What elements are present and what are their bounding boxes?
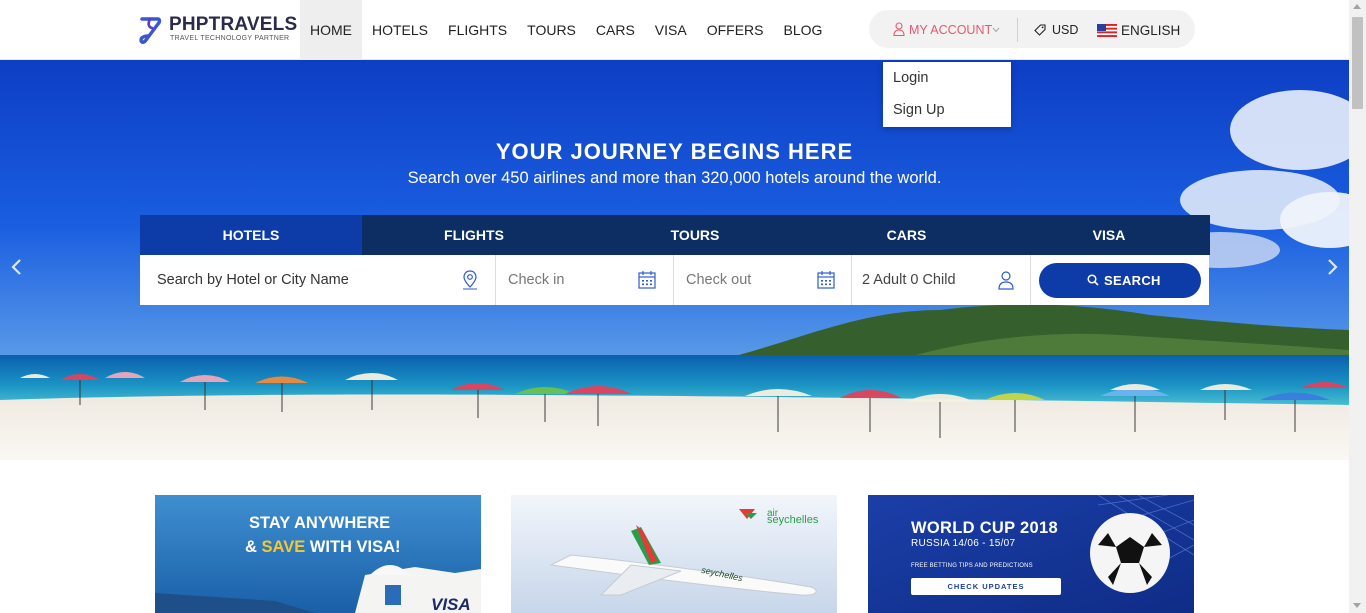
slider-next-arrow-icon[interactable] xyxy=(1326,258,1340,276)
chevron-down-icon xyxy=(992,27,1000,33)
map-pin-icon xyxy=(463,270,477,290)
signup-link[interactable]: Sign Up xyxy=(893,102,945,118)
promo-visa-highlight: SAVE xyxy=(261,538,306,556)
brand-tagline: TRAVEL TECHNOLOGY PARTNER xyxy=(170,35,290,42)
scroll-down-icon[interactable] xyxy=(1353,603,1361,608)
nav-hotels[interactable]: HOTELS xyxy=(362,0,438,60)
tag-icon xyxy=(1034,24,1046,36)
checkout-input[interactable]: Check out xyxy=(674,255,852,305)
page-scrollbar[interactable] xyxy=(1349,0,1366,613)
promo-card-airline[interactable]: air seychelles seychelles xyxy=(511,495,837,613)
promo-visa-line2-post: WITH VISA! xyxy=(305,538,401,556)
nav-tours[interactable]: TOURS xyxy=(517,0,586,60)
tab-flights[interactable]: FLIGHTS xyxy=(362,215,586,255)
hero-banner: YOUR JOURNEY BEGINS HERE Search over 450… xyxy=(0,60,1349,460)
nav-cars[interactable]: CARS xyxy=(586,0,645,60)
account-bar: MY ACCOUNT USD ENGLISH xyxy=(869,10,1195,48)
main-nav: HOME HOTELS FLIGHTS TOURS CARS VISA OFFE… xyxy=(300,0,832,60)
search-tabs: HOTELS FLIGHTS TOURS CARS VISA xyxy=(140,215,1210,255)
language-label: ENGLISH xyxy=(1121,23,1181,38)
calendar-icon xyxy=(638,271,656,289)
visa-logo: VISA xyxy=(431,595,471,613)
brand-logo[interactable]: PHPTRAVELS TRAVEL TECHNOLOGY PARTNER xyxy=(138,12,297,48)
divider xyxy=(1017,18,1018,42)
hero-subtitle: Search over 450 airlines and more than 3… xyxy=(407,169,942,187)
brand-name: PHPTRAVELS xyxy=(169,14,298,35)
tab-visa[interactable]: VISA xyxy=(1009,215,1209,255)
hotel-search-form: Search by Hotel or City Name Check in Ch… xyxy=(140,255,1209,305)
tab-cars[interactable]: CARS xyxy=(804,215,1009,255)
user-icon xyxy=(893,22,905,36)
airplane-promo-image xyxy=(511,495,837,613)
nav-offers[interactable]: OFFERS xyxy=(697,0,774,60)
currency-label: USD xyxy=(1052,23,1079,37)
promo-card-visa[interactable]: STAY ANYWHERE & SAVE WITH VISA! VISA xyxy=(155,495,481,613)
tab-tours[interactable]: TOURS xyxy=(586,215,804,255)
worldcup-promo-image xyxy=(868,495,1194,613)
guests-input[interactable]: 2 Adult 0 Child xyxy=(852,255,1031,305)
calendar-icon xyxy=(817,271,835,289)
us-flag-icon xyxy=(1097,24,1117,37)
promo-card-worldcup[interactable]: WORLD CUP 2018 RUSSIA 14/06 - 15/07 FREE… xyxy=(868,495,1194,613)
location-placeholder: Search by Hotel or City Name xyxy=(157,272,349,288)
slider-prev-arrow-icon[interactable] xyxy=(9,258,23,276)
checkin-placeholder: Check in xyxy=(508,272,565,288)
hero-title: YOUR JOURNEY BEGINS HERE xyxy=(495,139,854,164)
checkout-placeholder: Check out xyxy=(686,272,752,288)
airline-brand-bottom: seychelles xyxy=(767,514,819,526)
account-dropdown: Login Sign Up xyxy=(883,62,1011,127)
site-header: PHPTRAVELS TRAVEL TECHNOLOGY PARTNER HOM… xyxy=(0,0,1349,60)
nav-blog[interactable]: BLOG xyxy=(773,0,832,60)
search-button[interactable]: SEARCH xyxy=(1039,263,1201,298)
tab-hotels[interactable]: HOTELS xyxy=(140,215,362,255)
check-updates-button[interactable]: CHECK UPDATES xyxy=(911,578,1061,595)
search-icon xyxy=(1087,274,1099,286)
login-link[interactable]: Login xyxy=(893,70,928,86)
nav-flights[interactable]: FLIGHTS xyxy=(438,0,517,60)
search-button-label: SEARCH xyxy=(1104,273,1161,288)
worldcup-title: WORLD CUP 2018 xyxy=(911,519,1058,537)
checkin-input[interactable]: Check in xyxy=(496,255,674,305)
nav-home[interactable]: HOME xyxy=(300,0,362,60)
my-account-label: MY ACCOUNT xyxy=(909,23,993,37)
scroll-up-icon[interactable] xyxy=(1353,4,1361,9)
nav-visa[interactable]: VISA xyxy=(645,0,697,60)
user-icon xyxy=(998,271,1014,290)
worldcup-subtitle: RUSSIA 14/06 - 15/07 xyxy=(911,538,1016,549)
guests-value: 2 Adult 0 Child xyxy=(862,272,956,288)
scroll-thumb[interactable] xyxy=(1352,17,1363,109)
promo-visa-line1: STAY ANYWHERE xyxy=(249,514,391,532)
promo-visa-line2: & SAVE WITH VISA! xyxy=(245,538,401,557)
promo-visa-line2-pre: & xyxy=(245,538,262,556)
worldcup-note: FREE BETTING TIPS AND PREDICTIONS xyxy=(911,563,1033,569)
location-input[interactable]: Search by Hotel or City Name xyxy=(140,255,496,305)
logo-mark-icon xyxy=(139,17,162,44)
